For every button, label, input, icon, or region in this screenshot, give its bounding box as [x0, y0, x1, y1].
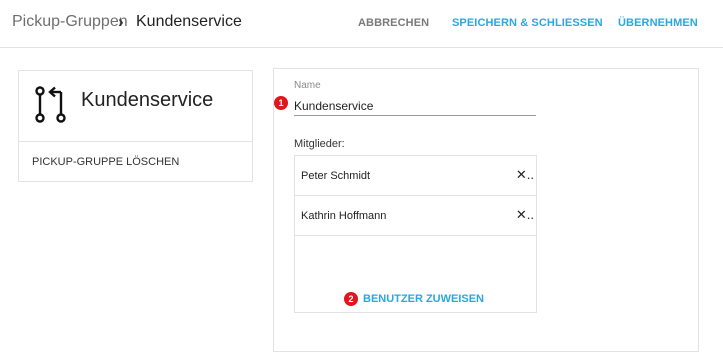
group-title: Kundenservice — [81, 89, 214, 111]
members-label: Mitglieder: — [294, 138, 345, 150]
member-name: Kathrin Hoffmann — [301, 210, 387, 222]
pickup-group-icon — [35, 86, 66, 123]
breadcrumb-separator-icon: › — [118, 12, 124, 31]
annotation-badge-1: 1 — [274, 96, 288, 110]
close-icon[interactable]: ✕.. — [516, 167, 534, 183]
cancel-button[interactable]: ABBRECHEN — [358, 17, 429, 29]
delete-group-button[interactable]: PICKUP-GRUPPE LÖSCHEN — [32, 156, 179, 168]
assign-users-button[interactable]: BENUTZER ZUWEISEN — [363, 293, 484, 305]
top-bar: Pickup-Gruppen › Kundenservice ABBRECHEN… — [0, 0, 723, 48]
group-edit-form: Name Mitglieder: Peter Schmidt ✕.. Kathr… — [273, 68, 699, 352]
apply-button[interactable]: ÜBERNEHMEN — [618, 17, 698, 29]
save-and-close-button[interactable]: SPEICHERN & SCHLIESSEN — [452, 17, 603, 29]
breadcrumb-current: Kundenservice — [136, 13, 242, 30]
annotation-badge-2: 2 — [344, 292, 358, 306]
members-list: Peter Schmidt ✕.. Kathrin Hoffmann ✕.. B… — [294, 155, 537, 313]
member-row: Kathrin Hoffmann ✕.. — [295, 196, 536, 236]
name-field[interactable] — [294, 96, 536, 116]
breadcrumb-parent[interactable]: Pickup-Gruppen — [12, 13, 128, 31]
close-icon[interactable]: ✕.. — [516, 207, 534, 223]
group-summary-card: Kundenservice PICKUP-GRUPPE LÖSCHEN — [18, 70, 253, 182]
member-name: Peter Schmidt — [301, 170, 371, 182]
divider — [19, 141, 252, 142]
member-row: Peter Schmidt ✕.. — [295, 156, 536, 196]
name-field-label: Name — [294, 80, 321, 91]
